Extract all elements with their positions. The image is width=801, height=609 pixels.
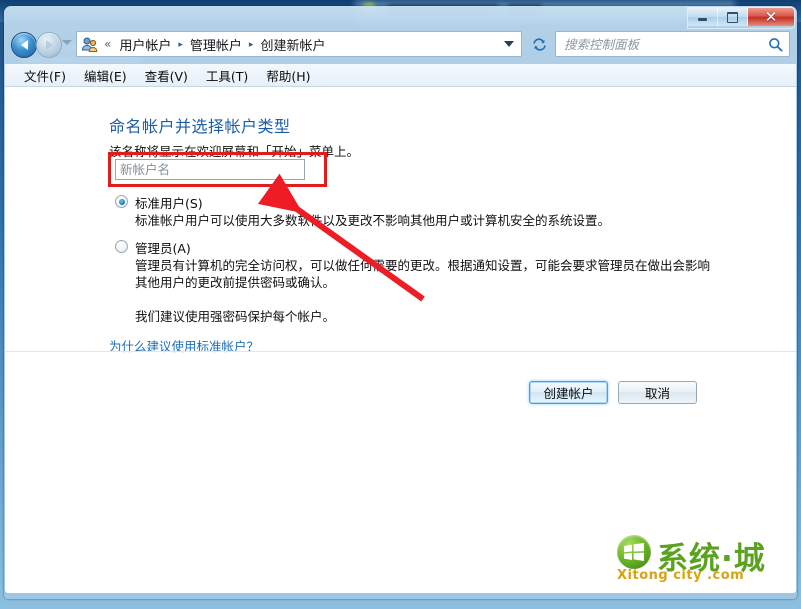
- navigation-bar: « 用户帐户 ▸ 管理帐户 ▸ 创建新帐户: [4, 26, 797, 64]
- administrator-description: 管理员有计算机的完全访问权，可以做任何需要的更改。根据通知设置，可能会要求管理员…: [135, 258, 711, 290]
- search-icon[interactable]: [768, 37, 783, 52]
- menu-item-file[interactable]: 文件(F): [15, 64, 75, 87]
- back-button[interactable]: [11, 32, 37, 58]
- minimize-icon: [698, 18, 707, 21]
- account-type-option-standard[interactable]: 标准用户(S): [115, 193, 203, 212]
- control-panel-window: ✕ « 用户帐户 ▸ 管理帐户 ▸ 创建新帐户 搜索控制面板 文件(F) 编辑(…: [4, 6, 797, 599]
- watermark-brand: 系统·城: [657, 541, 766, 577]
- page-title: 命名帐户并选择帐户类型: [109, 117, 291, 136]
- watermark-orb-icon: [617, 535, 651, 569]
- maximize-button[interactable]: [718, 8, 748, 26]
- menu-item-tools[interactable]: 工具(T): [197, 64, 257, 87]
- breadcrumb-separator-1[interactable]: ▸: [178, 40, 183, 50]
- refresh-button[interactable]: [526, 31, 552, 57]
- forward-button[interactable]: [36, 32, 62, 58]
- cancel-button[interactable]: 取消: [618, 381, 697, 404]
- search-box[interactable]: [555, 31, 790, 57]
- breadcrumb-item-create-new-account[interactable]: 创建新帐户: [257, 34, 328, 55]
- refresh-icon: [532, 37, 546, 51]
- user-accounts-icon: [81, 36, 99, 53]
- account-name-input[interactable]: [115, 159, 305, 180]
- menu-bar: 文件(F) 编辑(E) 查看(V) 工具(T) 帮助(H): [5, 64, 796, 87]
- standard-user-description: 标准帐户用户可以使用大多数软件以及更改不影响其他用户或计算机安全的系统设置。: [135, 213, 611, 228]
- maximize-icon: [727, 11, 738, 23]
- account-type-option-administrator[interactable]: 管理员(A): [115, 238, 191, 257]
- radio-standard-user-label: 标准用户(S): [135, 196, 203, 211]
- breadcrumb-separator-2[interactable]: ▸: [249, 40, 254, 50]
- radio-administrator-label: 管理员(A): [135, 241, 191, 256]
- content-pane: 命名帐户并选择帐户类型 该名称将显示在欢迎屏幕和「开始」菜单上。 标准用户(S)…: [5, 87, 796, 593]
- breadcrumb-overflow[interactable]: «: [104, 37, 111, 51]
- menu-item-edit[interactable]: 编辑(E): [75, 64, 136, 87]
- radio-administrator-icon[interactable]: [115, 240, 128, 253]
- address-bar[interactable]: « 用户帐户 ▸ 管理帐户 ▸ 创建新帐户: [76, 31, 522, 57]
- radio-standard-user-icon[interactable]: [115, 195, 128, 208]
- search-input[interactable]: [562, 35, 768, 53]
- back-arrow-icon: [20, 40, 28, 50]
- close-button[interactable]: ✕: [748, 8, 794, 26]
- address-dropdown-icon[interactable]: [504, 41, 514, 47]
- title-bar[interactable]: ✕: [4, 6, 797, 29]
- close-icon: ✕: [764, 7, 778, 26]
- breadcrumb-item-user-accounts[interactable]: 用户帐户: [116, 34, 174, 55]
- watermark-domain: Xitong city .com: [617, 568, 745, 583]
- forward-arrow-icon: [45, 40, 53, 50]
- watermark-logo: 系统·城 Xitong city .com: [615, 535, 790, 587]
- password-recommendation-text: 我们建议使用强密码保护每个帐户。: [135, 309, 336, 324]
- page-subtitle: 该名称将显示在欢迎屏幕和「开始」菜单上。: [109, 144, 360, 159]
- why-standard-account-link[interactable]: 为什么建议使用标准帐户？: [109, 336, 259, 355]
- breadcrumb-item-manage-accounts[interactable]: 管理帐户: [187, 34, 245, 55]
- recent-pages-dropdown-icon[interactable]: [62, 40, 72, 45]
- create-account-button[interactable]: 创建帐户: [529, 381, 608, 404]
- menu-item-help[interactable]: 帮助(H): [257, 64, 319, 87]
- minimize-button[interactable]: [688, 8, 718, 26]
- content-separator: [5, 351, 796, 352]
- menu-item-view[interactable]: 查看(V): [136, 64, 197, 87]
